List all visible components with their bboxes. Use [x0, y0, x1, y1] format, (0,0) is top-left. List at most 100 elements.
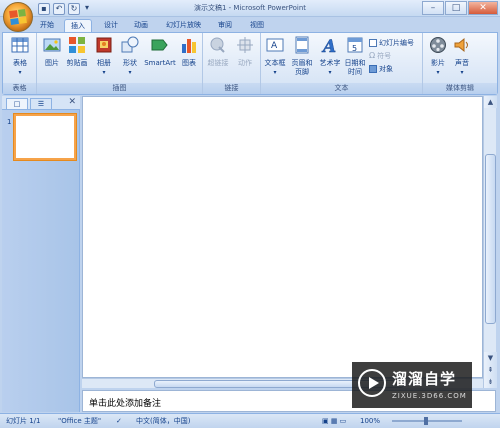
header-footer-label-2: 页脚 [295, 68, 309, 76]
scroll-down-icon[interactable]: ▼ [484, 352, 497, 364]
tab-review[interactable]: 审阅 [212, 19, 238, 33]
smartart-button[interactable]: SmartArt [143, 36, 177, 68]
action-button[interactable]: 动作 [233, 36, 257, 68]
hyperlink-icon [210, 37, 225, 53]
header-footer-icon [295, 36, 309, 54]
shapes-icon [121, 36, 139, 53]
next-slide-icon[interactable]: ⇟ [484, 376, 497, 388]
group-label-links: 链接 [203, 83, 260, 94]
zoom-slider-knob[interactable] [424, 417, 428, 425]
watermark: 溜溜自学 ZIXUE.3D66.COM [352, 362, 472, 408]
textbox-icon: A [266, 38, 284, 52]
symbol-button[interactable]: Ω 符号 [369, 51, 391, 61]
group-text: A 文本框 ▾ 页眉和 页脚 A 艺术字 ▾ 5 日期和 时间 幻灯片编号 Ω … [261, 33, 423, 94]
watermark-play-icon [358, 369, 386, 397]
textbox-button[interactable]: A 文本框 ▾ [263, 36, 287, 77]
view-buttons[interactable]: ▣ ▦ ▭ [322, 416, 346, 427]
group-media: 影片 ▾ 声音 ▾ 媒体剪辑 [423, 33, 497, 94]
tab-slideshow[interactable]: 幻灯片放映 [160, 19, 207, 33]
movie-label: 影片 [431, 59, 445, 67]
scroll-up-icon[interactable]: ▲ [484, 96, 497, 108]
clipart-button[interactable]: 剪贴画 [65, 36, 89, 68]
status-slide-count: 幻灯片 1/1 [6, 417, 41, 425]
sound-button[interactable]: 声音 ▾ [451, 36, 473, 77]
smartart-icon [151, 39, 168, 51]
symbol-label: 符号 [377, 52, 392, 60]
wordart-button[interactable]: A 艺术字 ▾ [317, 36, 343, 77]
status-zoom[interactable]: 100% [360, 416, 380, 427]
group-label-tables: 表格 [3, 83, 36, 94]
datetime-label-2: 时间 [348, 68, 362, 76]
header-footer-button[interactable]: 页眉和 页脚 [289, 36, 315, 77]
slide-number-button[interactable]: 幻灯片编号 [369, 38, 414, 48]
title-bar: ▪ ↶ ↻ ▾ 演示文稿1 - Microsoft PowerPoint – □… [0, 0, 500, 17]
tab-insert[interactable]: 插入 [64, 19, 92, 33]
datetime-button[interactable]: 5 日期和 时间 [343, 36, 367, 77]
chart-label: 图表 [182, 59, 196, 67]
status-bar: 幻灯片 1/1 "Office 主题" ✓ 中文(简体，中国) ▣ ▦ ▭ 10… [0, 413, 500, 428]
album-button[interactable]: 相册 ▾ [93, 36, 115, 77]
slide-thumbnail[interactable] [14, 114, 76, 160]
svg-text:A: A [271, 41, 278, 51]
status-theme: "Office 主题" [58, 417, 102, 425]
table-button[interactable]: 表格 ▾ [7, 36, 33, 77]
vertical-scrollbar[interactable]: ▲ ▼ ⇞ ⇟ [483, 96, 497, 388]
object-button[interactable]: 对象 [369, 64, 393, 74]
close-button[interactable]: ✕ [468, 1, 498, 15]
action-icon [237, 37, 253, 53]
group-illustrations: 图片 剪贴画 相册 ▾ 形状 ▾ SmartArt 图表 插图 [37, 33, 203, 94]
slide-number-label: 幻灯片编号 [379, 39, 414, 47]
picture-label: 图片 [45, 59, 59, 67]
pane-close-icon[interactable]: ✕ [68, 97, 76, 107]
wordart-label: 艺术字 [319, 59, 341, 67]
office-button[interactable] [3, 2, 33, 32]
sound-label: 声音 [455, 59, 469, 67]
svg-text:A: A [321, 37, 336, 54]
shapes-label: 形状 [123, 59, 137, 67]
prev-slide-icon[interactable]: ⇞ [484, 364, 497, 376]
datetime-label-1: 日期和 [344, 59, 366, 67]
tab-view[interactable]: 视图 [244, 19, 270, 33]
object-label: 对象 [379, 65, 393, 73]
clipart-label: 剪贴画 [66, 59, 88, 67]
movie-button[interactable]: 影片 ▾ [427, 36, 449, 77]
minimize-button[interactable]: – [422, 1, 444, 15]
clipart-icon [69, 37, 85, 53]
group-label-illustrations: 插图 [37, 83, 202, 94]
speaker-icon [454, 37, 468, 53]
tab-design[interactable]: 设计 [98, 19, 124, 33]
slide-thumbnail-number: 1 [7, 118, 12, 126]
omega-icon: Ω [369, 51, 376, 60]
picture-button[interactable]: 图片 [41, 36, 63, 68]
slides-pane: □ ☰ ✕ 1 [2, 96, 80, 412]
group-label-media: 媒体剪辑 [423, 83, 497, 94]
vertical-scroll-thumb[interactable] [485, 154, 496, 324]
textbox-label: 文本框 [264, 59, 286, 67]
tab-slides[interactable]: □ [6, 98, 28, 109]
object-icon [369, 65, 377, 73]
status-language[interactable]: 中文(简体，中国) [136, 416, 190, 427]
smartart-label: SmartArt [144, 59, 176, 67]
hyperlink-button[interactable]: 超链接 [205, 36, 231, 68]
window-controls: – □ ✕ [422, 1, 498, 15]
tab-outline[interactable]: ☰ [30, 98, 52, 109]
slide-number-icon [369, 39, 377, 47]
table-icon [11, 37, 29, 53]
ribbon: 表格 ▾ 表格 图片 剪贴画 相册 ▾ 形状 ▾ SmartArt 图表 插图 … [2, 32, 498, 95]
slide-canvas[interactable] [82, 96, 483, 378]
maximize-button[interactable]: □ [445, 1, 467, 15]
hyperlink-label: 超链接 [207, 59, 229, 67]
tab-home[interactable]: 开始 [34, 19, 60, 33]
wordart-icon: A [321, 37, 337, 57]
group-label-text: 文本 [261, 83, 422, 94]
tab-animations[interactable]: 动画 [128, 19, 154, 33]
chart-button[interactable]: 图表 [179, 36, 199, 68]
group-links: 超链接 动作 链接 [203, 33, 261, 94]
watermark-text: 溜溜自学 [392, 370, 457, 388]
action-label: 动作 [238, 59, 252, 67]
photo-album-icon [96, 37, 112, 53]
table-label: 表格 [13, 59, 27, 67]
spellcheck-icon[interactable]: ✓ [116, 416, 122, 427]
watermark-subtext: ZIXUE.3D66.COM [392, 392, 467, 400]
shapes-button[interactable]: 形状 ▾ [119, 36, 141, 77]
